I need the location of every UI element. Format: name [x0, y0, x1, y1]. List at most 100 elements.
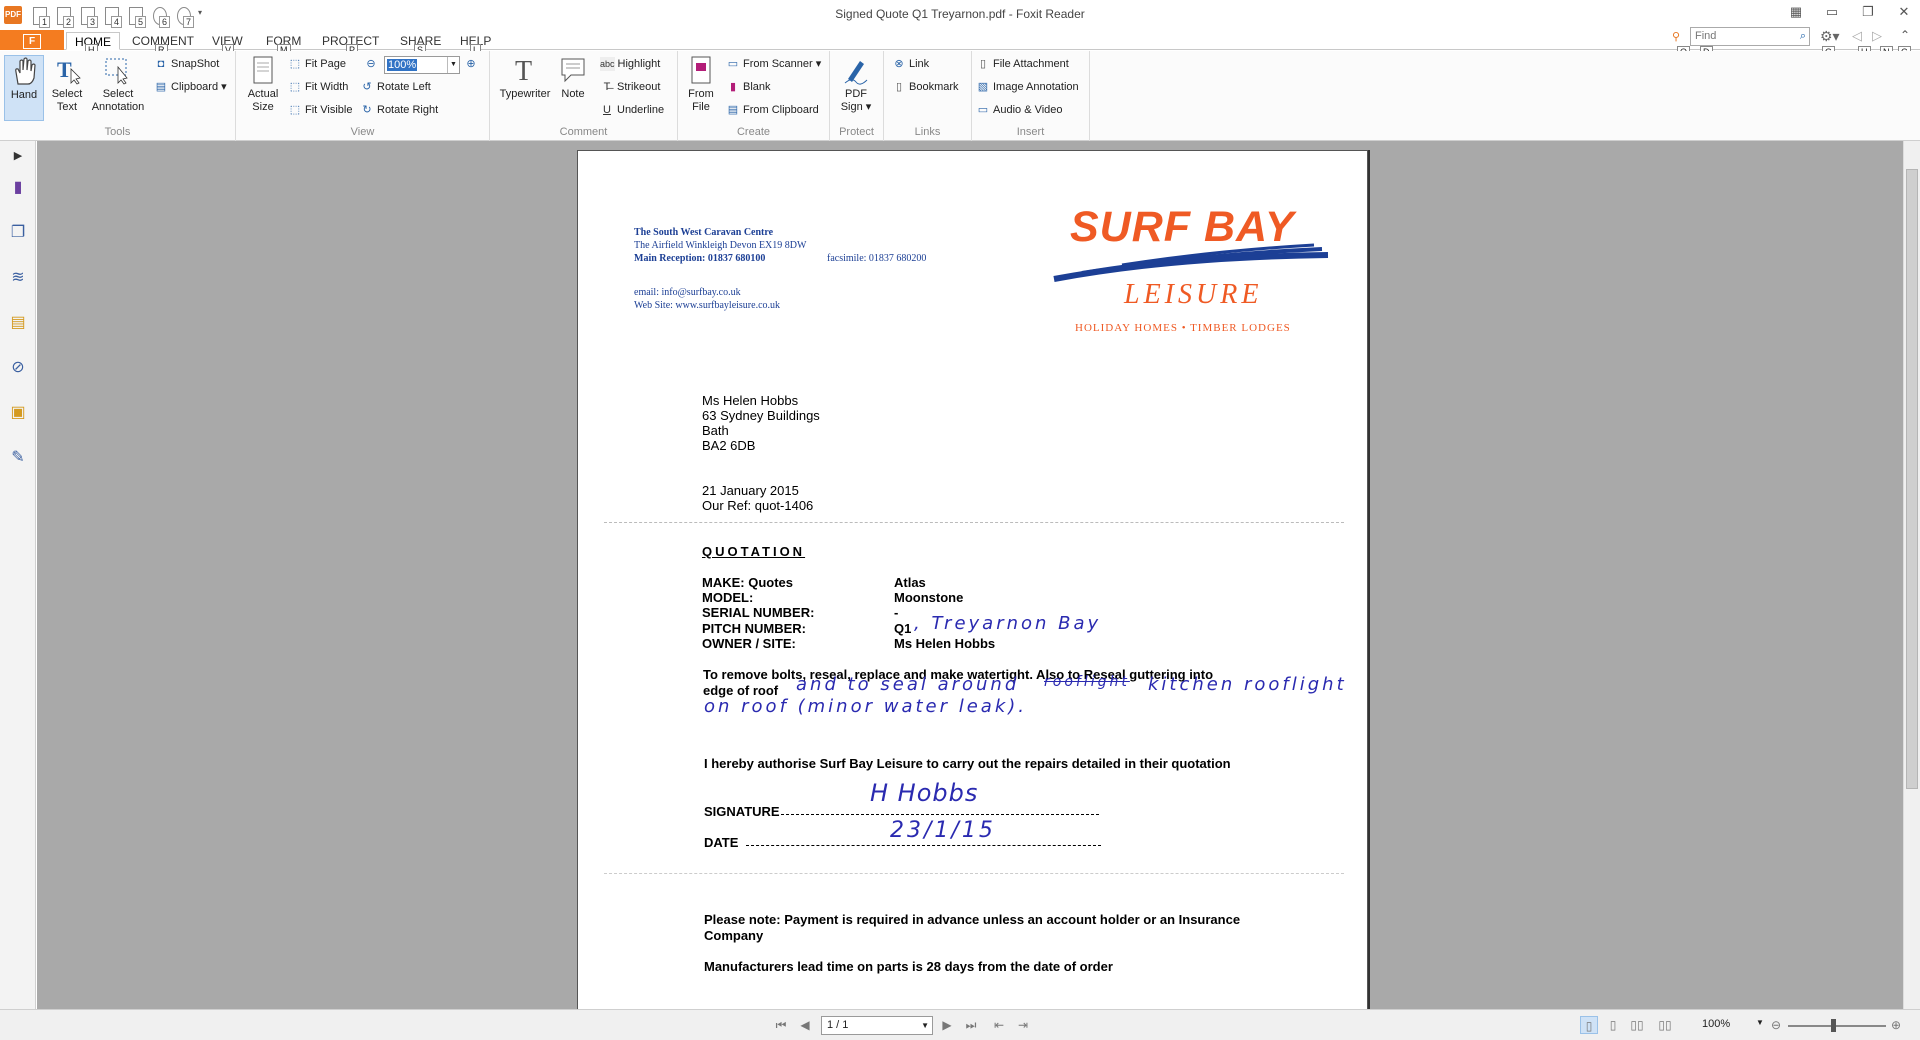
- zoom-slider-track[interactable]: [1788, 1025, 1886, 1027]
- group-label-create: Create: [736, 126, 771, 138]
- foxit-reader-window: PDF 1 2 3 4 5 6 7 ▾ Signed Quote Q1 Trey…: [0, 0, 1920, 1040]
- forward-arrow-icon[interactable]: ▷: [1872, 28, 1882, 44]
- payment-note-line-1: Please note: Payment is required in adva…: [704, 912, 1241, 927]
- field-value-serial: -: [894, 605, 899, 620]
- rotate-left-icon: ↺: [362, 81, 372, 94]
- pages-panel-icon[interactable]: ❐: [7, 222, 29, 244]
- attachment-icon: ▯: [979, 58, 987, 71]
- zoom-level-input[interactable]: 100% ▼: [384, 56, 460, 74]
- scanner-icon: ▭: [727, 58, 739, 71]
- date-label: DATE: [704, 835, 739, 850]
- strikeout-button[interactable]: T̶ Strikeout: [600, 78, 661, 96]
- clipboard-create-icon: ▤: [727, 104, 739, 117]
- facing-view-icon[interactable]: ▯▯: [1628, 1016, 1646, 1034]
- from-clipboard-button[interactable]: ▤ From Clipboard: [726, 101, 819, 119]
- ribbon-home: Hand T Select Text Select Annotation ◘ Snap…: [0, 51, 1920, 141]
- bookmarks-panel-icon[interactable]: ▮: [7, 177, 29, 199]
- logo-wave-graphic: [1053, 243, 1329, 282]
- rotate-left-button[interactable]: ↺ Rotate Left: [360, 78, 430, 96]
- fit-page-button[interactable]: ⬚ Fit Page: [288, 55, 346, 73]
- scrollbar-thumb[interactable]: [1906, 169, 1918, 789]
- field-label-serial: SERIAL NUMBER:: [702, 605, 815, 620]
- select-annotation-icon: [105, 58, 128, 85]
- section-divider: [604, 873, 1344, 874]
- recipient-postcode: BA2 6DB: [702, 438, 756, 453]
- hand-tool-button[interactable]: Hand: [4, 55, 44, 121]
- snapshot-button[interactable]: ◘ SnapShot: [154, 55, 220, 73]
- zoom-out-button[interactable]: ⊖: [364, 55, 381, 73]
- single-page-view-icon[interactable]: ▯: [1580, 1016, 1598, 1034]
- highlight-button[interactable]: abc Highlight: [600, 55, 660, 73]
- last-page-icon[interactable]: ⏭: [962, 1016, 980, 1034]
- vertical-scrollbar[interactable]: [1903, 141, 1920, 1009]
- handwritten-description-1: and to seal around: [796, 674, 1020, 695]
- rotate-right-icon: ↻: [362, 104, 372, 117]
- status-zoom-level[interactable]: 100%: [1702, 1018, 1730, 1030]
- field-label-model: MODEL:: [702, 590, 754, 605]
- select-text-button[interactable]: T Select Text: [48, 55, 86, 114]
- chevron-down-icon[interactable]: ▼: [447, 57, 459, 73]
- fold-line: [604, 522, 1344, 523]
- link-icon: ⊗: [894, 58, 904, 71]
- image-annotation-button[interactable]: ▧ Image Annotation: [976, 78, 1079, 96]
- previous-view-icon[interactable]: ⇤: [990, 1016, 1008, 1034]
- group-label-comment: Comment: [559, 126, 608, 138]
- zoom-dropdown-icon[interactable]: ▼: [1756, 1018, 1764, 1027]
- company-facsimile: facsimile: 01837 680200: [827, 253, 927, 264]
- back-arrow-icon[interactable]: ◁: [1852, 28, 1862, 44]
- layers-panel-icon[interactable]: ≋: [7, 267, 29, 289]
- zoom-out-status-icon[interactable]: ⊖: [1767, 1016, 1785, 1034]
- previous-page-icon[interactable]: ◀: [796, 1016, 814, 1034]
- layout-icon[interactable]: ▦: [1782, 2, 1810, 22]
- select-annotation-button[interactable]: Select Annotation: [88, 55, 148, 114]
- fit-visible-button[interactable]: ⬚ Fit Visible: [288, 101, 353, 119]
- field-value-pitch: Q1: [894, 621, 912, 636]
- clipboard-button[interactable]: ▤ Clipboard ▾: [154, 78, 227, 96]
- page-dropdown-icon[interactable]: ▼: [921, 1017, 929, 1034]
- letter-date: 21 January 2015: [702, 483, 799, 498]
- file-tab[interactable]: F: [0, 30, 64, 50]
- from-file-button[interactable]: From File: [682, 55, 720, 114]
- minimize-icon[interactable]: ▭: [1818, 2, 1846, 22]
- zoom-in-status-icon[interactable]: ⊕: [1887, 1016, 1905, 1034]
- security-lock-icon[interactable]: ▣: [7, 402, 29, 424]
- field-label-make: MAKE: Quotes: [702, 575, 793, 590]
- actual-size-button[interactable]: Actual Size: [244, 55, 282, 114]
- underline-button[interactable]: U Underline: [600, 101, 664, 119]
- restore-icon[interactable]: ❐: [1854, 2, 1882, 22]
- company-web: Web Site: www.surfbayleisure.co.uk: [634, 300, 781, 311]
- bookmark-button[interactable]: ▯ Bookmark: [892, 78, 959, 96]
- zoom-slider-thumb[interactable]: [1831, 1019, 1836, 1032]
- close-icon[interactable]: ✕: [1890, 2, 1918, 22]
- find-options-icon[interactable]: ⚲: [1672, 30, 1686, 44]
- expand-panel-icon[interactable]: ▶: [7, 145, 29, 167]
- note-button[interactable]: Note: [556, 55, 590, 101]
- first-page-icon[interactable]: ⏮: [772, 1016, 790, 1034]
- find-input[interactable]: Find ⌕: [1690, 27, 1810, 46]
- from-scanner-button[interactable]: ▭ From Scanner ▾: [726, 55, 821, 73]
- typewriter-button[interactable]: T Typewriter: [496, 55, 554, 101]
- file-attachment-button[interactable]: ▯ File Attachment: [976, 55, 1069, 73]
- comments-panel-icon[interactable]: ▤: [7, 312, 29, 334]
- continuous-view-icon[interactable]: ▯: [1604, 1016, 1622, 1034]
- pdf-page[interactable]: The South West Caravan Centre The Airfie…: [577, 150, 1368, 1010]
- link-button[interactable]: ⊗ Link: [892, 55, 929, 73]
- attachments-panel-icon[interactable]: ⊘: [7, 357, 29, 379]
- group-label-links: Links: [914, 126, 941, 138]
- next-view-icon[interactable]: ⇥: [1014, 1016, 1032, 1034]
- continuous-facing-view-icon[interactable]: ▯▯: [1656, 1016, 1674, 1034]
- select-text-icon: T: [57, 57, 81, 85]
- search-icon[interactable]: ⌕: [1800, 28, 1806, 45]
- audio-video-button[interactable]: ▭ Audio & Video: [976, 101, 1063, 119]
- next-page-icon[interactable]: ▶: [938, 1016, 956, 1034]
- signature-panel-icon[interactable]: ✎: [7, 447, 29, 469]
- zoom-in-button[interactable]: ⊕: [464, 55, 481, 73]
- pdf-sign-button[interactable]: PDF Sign ▾: [836, 55, 876, 114]
- fit-width-button[interactable]: ⬚ Fit Width: [288, 78, 349, 96]
- page-number-input[interactable]: 1 / 1 ▼: [821, 1016, 933, 1035]
- collapse-ribbon-icon[interactable]: ⌃: [1900, 28, 1910, 42]
- rotate-right-button[interactable]: ↻ Rotate Right: [360, 101, 438, 119]
- blank-button[interactable]: ▮ Blank: [726, 78, 771, 96]
- settings-gear-icon[interactable]: ⚙▾: [1820, 28, 1840, 45]
- group-tools: Hand T Select Text Select Annotation ◘ Snap…: [0, 51, 236, 141]
